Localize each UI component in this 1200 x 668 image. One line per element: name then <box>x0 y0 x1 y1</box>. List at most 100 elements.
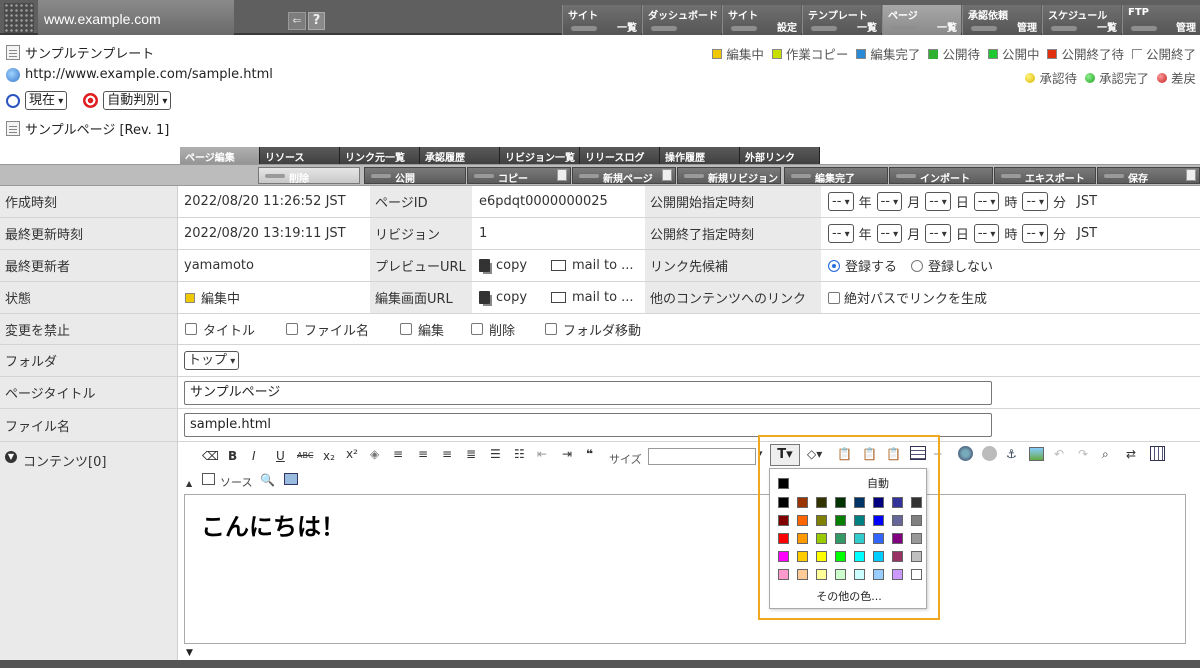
color-swatch[interactable] <box>816 515 827 526</box>
register-no-radio[interactable]: 登録しない <box>911 250 993 281</box>
new-revision-button[interactable]: 新規リビジョン <box>677 167 781 185</box>
outdent-icon[interactable]: ⇤ <box>537 447 547 461</box>
font-size-select[interactable] <box>648 448 756 465</box>
anchor-icon[interactable]: ⚓ <box>1006 447 1017 461</box>
site-url-label[interactable]: www.example.com <box>38 0 234 35</box>
align-right-icon[interactable]: ≡ <box>442 447 452 461</box>
editor-content[interactable]: こんにちは！ <box>201 507 345 542</box>
resize-down-icon[interactable]: ▼ <box>186 648 193 658</box>
color-swatch[interactable] <box>854 551 865 562</box>
color-swatch[interactable] <box>797 497 808 508</box>
tab-external-links[interactable]: 外部リンク <box>740 147 820 164</box>
register-yes-radio[interactable]: 登録する <box>828 250 897 281</box>
tab-release-log[interactable]: リリースログ <box>580 147 660 164</box>
import-button[interactable]: インポート <box>889 167 993 185</box>
more-colors-link[interactable]: その他の色... <box>770 588 928 604</box>
eraser-icon[interactable]: ⌫ <box>202 449 219 463</box>
color-swatch[interactable] <box>911 497 922 508</box>
delete-button[interactable]: 削除 <box>258 167 360 185</box>
replace-icon[interactable]: ⇄ <box>1126 447 1136 461</box>
lock-filename-checkbox[interactable]: ファイル名 <box>286 314 369 344</box>
app-logo-icon[interactable] <box>4 3 34 33</box>
absolute-path-checkbox[interactable]: 絶対パスでリンクを生成 <box>828 282 987 313</box>
superscript-icon[interactable]: x² <box>346 447 358 461</box>
resize-up-icon[interactable]: ▲ <box>186 479 192 488</box>
bullet-list-icon[interactable]: ☰ <box>490 447 501 461</box>
strikethrough-icon[interactable]: ABC <box>297 451 313 460</box>
day-select[interactable]: -- <box>925 224 951 243</box>
nav-page-list[interactable]: ページ 一覧 <box>882 5 961 35</box>
color-swatch[interactable] <box>797 569 808 580</box>
source-label[interactable]: ソース <box>220 474 252 490</box>
nav-ftp[interactable]: FTP 管理 <box>1122 5 1200 35</box>
save-button[interactable]: 保存 <box>1097 167 1200 185</box>
tab-page-edit[interactable]: ページ編集 <box>180 147 260 164</box>
align-left-icon[interactable]: ≡ <box>393 447 403 461</box>
hour-select[interactable]: -- <box>973 192 1000 211</box>
color-swatch[interactable] <box>797 533 808 544</box>
folder-select[interactable]: トップ <box>184 351 240 370</box>
filename-input[interactable]: sample.html <box>184 413 992 437</box>
preview-icon[interactable]: 🔍 <box>260 473 275 487</box>
underline-icon[interactable]: U <box>276 449 285 463</box>
unlink-icon[interactable] <box>982 446 997 461</box>
color-swatch[interactable] <box>873 497 884 508</box>
minute-select[interactable]: -- <box>1022 224 1049 243</box>
nav-dashboard[interactable]: ダッシュボード <box>642 5 721 35</box>
edit-complete-button[interactable]: 編集完了 <box>784 167 888 185</box>
contents-label[interactable]: ▼ コンテンツ[0] <box>0 442 178 668</box>
cube-icon[interactable]: ◈ <box>370 447 379 461</box>
color-swatch[interactable] <box>892 551 903 562</box>
numbered-list-icon[interactable]: ☷ <box>514 447 525 461</box>
nav-approval[interactable]: 承認依頼 管理 <box>962 5 1041 35</box>
lock-move-checkbox[interactable]: フォルダ移動 <box>545 314 641 344</box>
publish-button[interactable]: 公開 <box>364 167 466 185</box>
color-swatch[interactable] <box>854 497 865 508</box>
copy-button[interactable]: コピー <box>467 167 571 185</box>
color-swatch[interactable] <box>873 551 884 562</box>
color-swatch[interactable] <box>892 497 903 508</box>
subscript-icon[interactable]: x₂ <box>323 449 335 463</box>
year-select[interactable]: -- <box>828 224 854 243</box>
color-swatch[interactable] <box>816 497 827 508</box>
align-center-icon[interactable]: ≡ <box>418 447 428 461</box>
justify-icon[interactable]: ≣ <box>466 447 476 461</box>
source-icon[interactable] <box>202 473 215 485</box>
year-select[interactable]: -- <box>828 192 854 211</box>
color-swatch[interactable] <box>873 569 884 580</box>
redo-icon[interactable]: ↷ <box>1078 447 1088 461</box>
preview-mail-link[interactable]: mail to ... <box>551 250 634 281</box>
find-icon[interactable]: ⌕ <box>1102 447 1109 462</box>
minute-select[interactable]: -- <box>1022 192 1049 211</box>
collapse-icon[interactable]: ⇐ <box>288 12 306 30</box>
color-swatch[interactable] <box>778 533 789 544</box>
edit-copy-link[interactable]: copy <box>479 282 527 313</box>
auto-color-label[interactable]: 自動 <box>828 475 928 491</box>
color-swatch[interactable] <box>835 497 846 508</box>
color-swatch[interactable] <box>778 515 789 526</box>
color-swatch[interactable] <box>911 551 922 562</box>
auto-color-swatch[interactable] <box>778 478 789 489</box>
color-swatch[interactable] <box>797 515 808 526</box>
tab-approval-history[interactable]: 承認履歴 <box>420 147 500 164</box>
color-swatch[interactable] <box>911 569 922 580</box>
lock-delete-checkbox[interactable]: 削除 <box>471 314 515 344</box>
color-swatch[interactable] <box>816 569 827 580</box>
color-swatch[interactable] <box>911 533 922 544</box>
color-swatch[interactable] <box>835 569 846 580</box>
color-swatch[interactable] <box>835 551 846 562</box>
nav-site-list[interactable]: サイト 一覧 <box>562 5 641 35</box>
color-swatch[interactable] <box>816 551 827 562</box>
color-swatch[interactable] <box>778 551 789 562</box>
color-swatch[interactable] <box>892 515 903 526</box>
link-icon[interactable] <box>958 446 973 461</box>
preview-copy-link[interactable]: copy <box>479 250 527 281</box>
color-swatch[interactable] <box>854 515 865 526</box>
color-swatch[interactable] <box>892 533 903 544</box>
tab-link-source[interactable]: リンク元一覧 <box>340 147 420 164</box>
export-button[interactable]: エキスポート <box>994 167 1096 185</box>
color-swatch[interactable] <box>911 515 922 526</box>
indent-icon[interactable]: ⇥ <box>562 447 572 461</box>
select-all-icon[interactable] <box>1150 446 1165 461</box>
color-swatch[interactable] <box>835 515 846 526</box>
